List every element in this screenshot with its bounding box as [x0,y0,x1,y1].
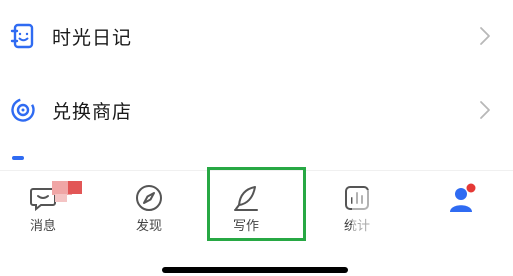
partial-menu-icon [12,156,24,160]
tab-discover[interactable]: 发现 [114,183,184,243]
chevron-right-icon [480,101,490,119]
notification-dot-icon [466,183,476,193]
exchange-store-icon [11,98,35,122]
highlight-box [207,167,306,241]
menu-item-label: 时光日记 [52,26,133,49]
home-indicator [162,267,348,273]
tab-label: 消息 [29,219,56,234]
mosaic-overlay [55,194,67,202]
user-icon [450,183,476,212]
blur-overlay [352,190,402,242]
tab-label: 发现 [135,219,162,234]
menu-item-diary[interactable]: 时光日记 [0,6,513,66]
tab-profile[interactable] [428,183,498,243]
chevron-right-icon [480,27,490,45]
mosaic-overlay [68,181,82,194]
menu-item-label: 兑换商店 [52,100,133,123]
menu-item-exchange-store[interactable]: 兑换商店 [0,80,513,140]
compass-icon [136,185,162,211]
diary-icon [10,23,34,49]
